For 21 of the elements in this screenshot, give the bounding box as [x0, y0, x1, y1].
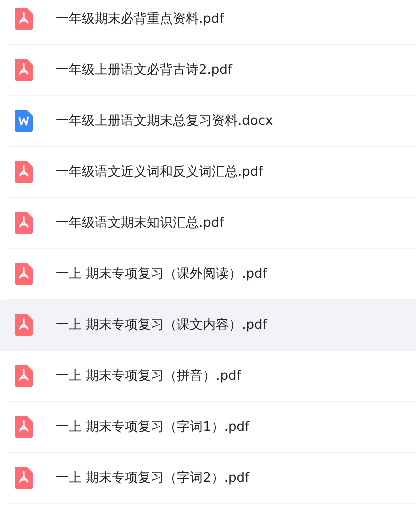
- pdf-file-icon: [15, 161, 33, 183]
- file-name: 一年级语文近义词和反义词汇总.pdf: [56, 164, 264, 181]
- file-name: 一年级上册语文期末总复习资料.docx: [56, 113, 274, 130]
- file-name: 一上 期末专项复习（字词2）.pdf: [56, 470, 250, 487]
- file-name: 一上 期末专项复习（课外阅读）.pdf: [56, 266, 268, 283]
- pdf-file-icon: [15, 467, 33, 489]
- file-name: 一年级语文期末知识汇总.pdf: [56, 215, 224, 232]
- file-name: 一上 期末专项复习（课文内容）.pdf: [56, 317, 268, 334]
- pdf-file-icon: [15, 212, 33, 234]
- pdf-file-icon: [15, 263, 33, 285]
- file-name: 一上 期末专项复习（字词1）.pdf: [56, 419, 250, 436]
- word-file-icon: [15, 110, 33, 132]
- file-row[interactable]: 一上 期末专项复习（课文内容）.pdf: [0, 300, 416, 351]
- file-name: 一上 期末专项复习（拼音）.pdf: [56, 368, 242, 385]
- file-name: 一年级上册语文必背古诗2.pdf: [56, 62, 232, 79]
- pdf-file-icon: [15, 416, 33, 438]
- pdf-file-icon: [15, 314, 33, 336]
- pdf-file-icon: [15, 59, 33, 81]
- pdf-file-icon: [15, 8, 33, 30]
- file-name: 一年级期末必背重点资料.pdf: [56, 11, 224, 28]
- pdf-file-icon: [15, 365, 33, 387]
